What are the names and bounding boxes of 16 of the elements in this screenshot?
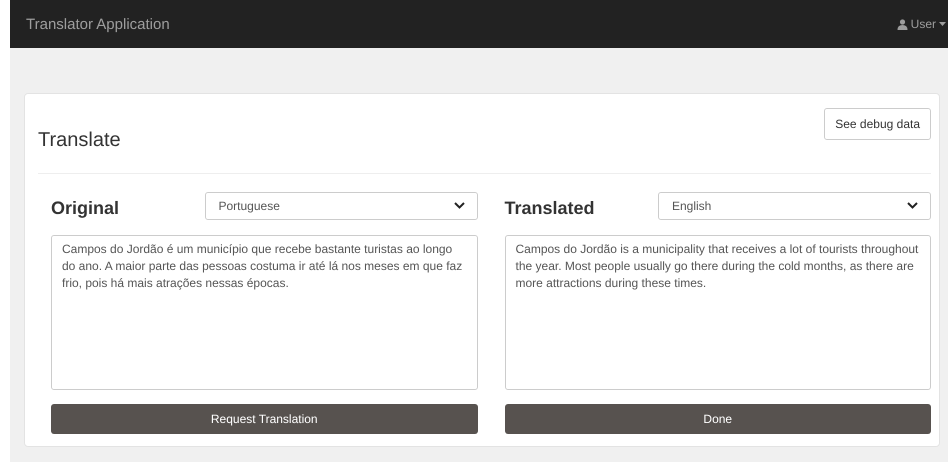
caret-icon — [939, 22, 946, 26]
text-area[interactable]: Campos do Jordão é um município que recebe bastante turistas ao longo do ano. A maior parte das pessoas costuma ir até lá nos meses em que faz frio, pois há mais atrações nessas épocas. — [51, 235, 478, 390]
chevron-icon — [907, 202, 918, 209]
language-select[interactable]: English — [658, 192, 931, 220]
app-title[interactable]: Translator Application — [26, 16, 170, 32]
chevron-icon — [454, 202, 464, 209]
action-button[interactable]: Done — [504, 404, 931, 434]
panel-heading: Translated — [504, 198, 595, 219]
action-button[interactable]: Request Translation — [51, 404, 478, 434]
panel-heading: Original — [51, 198, 120, 219]
user-icon — [896, 18, 908, 30]
user-menu[interactable]: User — [896, 17, 948, 31]
debug-button[interactable]: See debug data — [824, 108, 931, 140]
language-select[interactable]: Portuguese — [204, 192, 478, 220]
text-area[interactable]: Campos do Jordão is a municipality that receives a lot of tourists throughout the year. Most people usually go there during the cold months, as there are more attractions during these times. — [504, 235, 931, 390]
card-title: Translate — [38, 129, 121, 152]
